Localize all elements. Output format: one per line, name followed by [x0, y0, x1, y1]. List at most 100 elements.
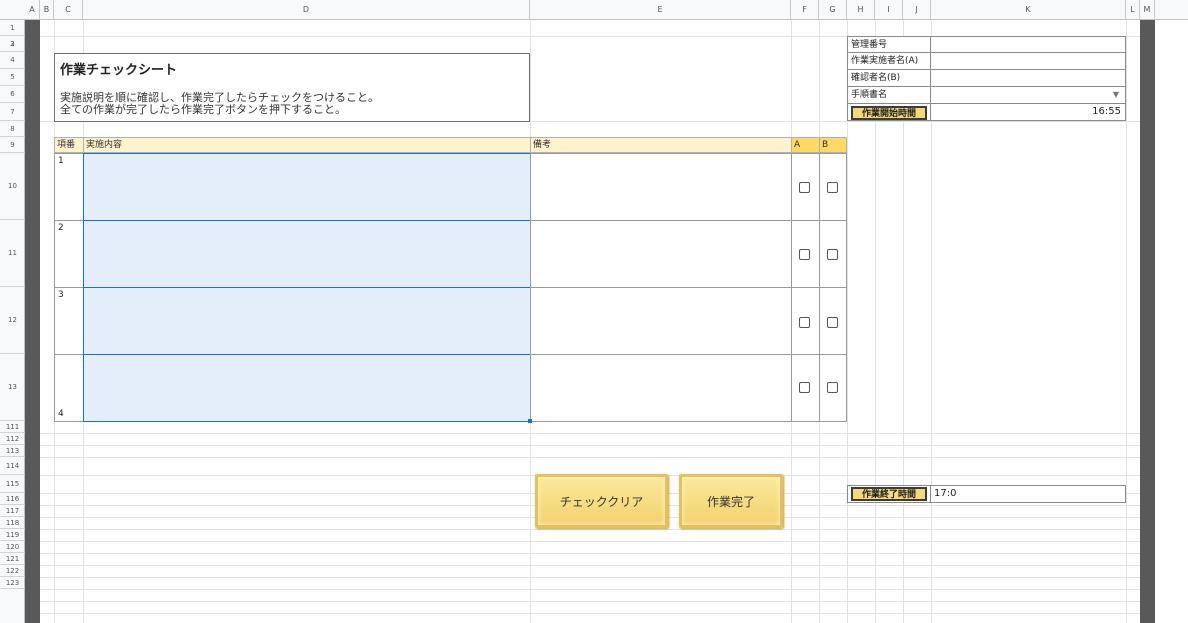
gridline	[40, 565, 1140, 566]
row-header[interactable]: 118	[0, 517, 25, 529]
item-no: 3	[58, 290, 64, 300]
check-b-cell	[819, 153, 847, 221]
header-note: 備考	[530, 137, 792, 153]
gridline	[40, 457, 1140, 458]
worker-a-label: 作業実施者名(A)	[847, 52, 931, 70]
note-cell[interactable]	[530, 153, 792, 221]
gridline	[40, 541, 1140, 542]
header-item-no: 項番	[54, 137, 84, 153]
row-header[interactable]: 114	[0, 457, 25, 475]
check-a-cell	[791, 220, 820, 288]
row-header[interactable]: 120	[0, 541, 25, 553]
checkbox-a[interactable]	[799, 249, 810, 260]
hidden-column-m	[1140, 20, 1155, 623]
checkbox-a[interactable]	[799, 317, 810, 328]
mgmt-no-label: 管理番号	[847, 36, 931, 53]
check-a-cell	[791, 153, 820, 221]
checkbox-b[interactable]	[827, 182, 838, 193]
checker-b-field[interactable]	[930, 69, 1126, 87]
mgmt-no-field[interactable]	[930, 36, 1126, 53]
row-header[interactable]: 115	[0, 475, 25, 493]
column-header-f[interactable]: F	[791, 0, 819, 20]
row-header[interactable]: 112	[0, 433, 25, 445]
end-time-label: 作業終了時間	[851, 487, 927, 501]
checkbox-b[interactable]	[827, 249, 838, 260]
row-header[interactable]: 13	[0, 354, 25, 421]
row-header[interactable]: 119	[0, 529, 25, 541]
row-header[interactable]: 12	[0, 287, 25, 354]
item-no-cell: 1	[54, 153, 84, 221]
checker-b-label: 確認者名(B)	[847, 69, 931, 87]
start-time-label: 作業開始時間	[851, 106, 927, 120]
start-time-value[interactable]: 16:55	[930, 103, 1126, 121]
column-header-g[interactable]: G	[819, 0, 847, 20]
check-a-cell	[791, 287, 820, 355]
check-clear-button[interactable]: チェッククリア	[535, 474, 668, 528]
end-time-value[interactable]: 17:0	[930, 485, 1126, 503]
column-header-m[interactable]: M	[1140, 0, 1155, 20]
row-header[interactable]: 11	[0, 220, 25, 287]
sheet-title: 作業チェックシート	[60, 63, 178, 78]
gridline	[1126, 20, 1127, 623]
column-header-h[interactable]: H	[847, 0, 875, 20]
note-cell[interactable]	[530, 287, 792, 355]
column-header-e[interactable]: E	[530, 0, 791, 20]
chevron-down-icon[interactable]: ▼	[1113, 87, 1119, 103]
column-header-b[interactable]: B	[40, 0, 54, 20]
header-check-a: A	[791, 137, 820, 153]
row-header[interactable]: 6	[0, 86, 25, 103]
row-header[interactable]: 1	[0, 20, 25, 36]
row-header[interactable]: 7	[0, 103, 25, 121]
column-header-i[interactable]: I	[875, 0, 903, 20]
item-no-cell: 2	[54, 220, 84, 288]
column-header-d[interactable]: D	[83, 0, 530, 20]
complete-button[interactable]: 作業完了	[679, 474, 783, 528]
item-no-cell: 3	[54, 287, 84, 355]
content-cell[interactable]	[83, 287, 531, 355]
row-header[interactable]: 123	[0, 577, 25, 589]
row-header[interactable]: 3	[0, 36, 25, 52]
row-header[interactable]: 8	[0, 121, 25, 137]
checkbox-b[interactable]	[827, 382, 838, 393]
selection-handle[interactable]	[528, 419, 532, 423]
gridline	[40, 613, 1140, 614]
manual-dropdown[interactable]: ▼	[930, 86, 1126, 104]
content-cell[interactable]	[83, 354, 531, 422]
row-header[interactable]: 116	[0, 493, 25, 505]
column-header-l[interactable]: L	[1126, 0, 1140, 20]
item-no: 2	[58, 223, 64, 233]
column-header-k[interactable]: K	[931, 0, 1126, 20]
check-b-cell	[819, 287, 847, 355]
row-header[interactable]: 121	[0, 553, 25, 565]
row-header[interactable]: 9	[0, 137, 25, 153]
header-check-b: B	[819, 137, 847, 153]
row-header[interactable]: 5	[0, 69, 25, 86]
item-no-cell: 4	[54, 354, 84, 422]
end-time-label-cell: 作業終了時間	[847, 485, 931, 503]
header-content: 実施内容	[83, 137, 531, 153]
column-header-c[interactable]: C	[54, 0, 83, 20]
row-header[interactable]: 4	[0, 52, 25, 69]
checkbox-a[interactable]	[799, 382, 810, 393]
worker-a-field[interactable]	[930, 52, 1126, 70]
gridline	[40, 577, 1140, 578]
row-header[interactable]: 117	[0, 505, 25, 517]
content-cell[interactable]	[83, 153, 531, 221]
checkbox-a[interactable]	[799, 182, 810, 193]
note-cell[interactable]	[530, 220, 792, 288]
note-cell[interactable]	[530, 354, 792, 422]
checkbox-b[interactable]	[827, 317, 838, 328]
row-header[interactable]: 10	[0, 153, 25, 220]
content-cell[interactable]	[83, 220, 531, 288]
row-header[interactable]: 113	[0, 445, 25, 457]
column-header-j[interactable]: J	[903, 0, 931, 20]
item-no: 4	[58, 409, 64, 419]
start-time-label-cell: 作業開始時間	[847, 103, 931, 121]
check-a-cell	[791, 354, 820, 422]
check-b-cell	[819, 354, 847, 422]
gridline	[40, 601, 1140, 602]
item-no: 1	[58, 156, 64, 166]
row-header[interactable]: 111	[0, 421, 25, 433]
row-header[interactable]: 122	[0, 565, 25, 577]
column-header-a[interactable]: A	[25, 0, 40, 20]
